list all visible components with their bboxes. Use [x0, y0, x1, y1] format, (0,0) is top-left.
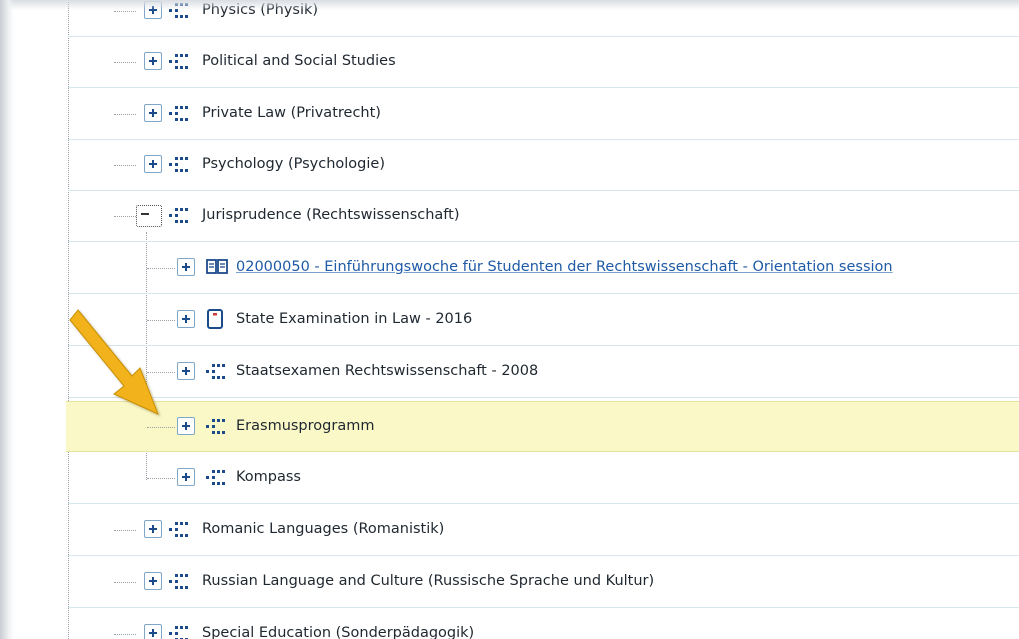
expand-button[interactable]: [144, 624, 162, 639]
yellow-arrow-icon: [69, 309, 159, 415]
tree-row[interactable]: Staatsexamen Rechtswissenschaft - 2008: [68, 347, 1019, 398]
expand-button[interactable]: [177, 310, 195, 328]
tree-row[interactable]: 02000050 - Einführungswoche für Studente…: [68, 243, 1019, 294]
module-group-icon: [169, 106, 188, 121]
tree-connector: [114, 114, 136, 115]
module-group-icon: [169, 522, 188, 537]
tree-row-label[interactable]: Special Education (Sonderpädagogik): [202, 623, 474, 639]
tree-view: Physics (Physik) Political and Social St…: [0, 0, 1019, 639]
expand-button[interactable]: [177, 258, 195, 276]
expand-button[interactable]: [144, 52, 162, 70]
tree-row-label[interactable]: Psychology (Psychologie): [202, 154, 385, 174]
shadow-edge: [0, 0, 1019, 10]
tree-connector: [114, 530, 136, 531]
tree-row[interactable]: Political and Social Studies: [68, 37, 1019, 88]
tree-connector: [114, 634, 136, 635]
tree-connector: [147, 478, 175, 479]
tree-row[interactable]: Kompass: [68, 453, 1019, 504]
tree-row[interactable]: Russian Language and Culture (Russische …: [68, 557, 1019, 608]
tree-row-label[interactable]: Private Law (Privatrecht): [202, 103, 381, 123]
expand-button[interactable]: [144, 520, 162, 538]
course-book-icon: [206, 259, 228, 274]
tree-row[interactable]: Psychology (Psychologie): [68, 140, 1019, 191]
tree-connector: [114, 62, 136, 63]
expand-button[interactable]: [144, 572, 162, 590]
tree-connector: [114, 582, 136, 583]
collapse-button[interactable]: [136, 205, 162, 227]
tree-row-label[interactable]: Kompass: [236, 467, 301, 487]
tree-row-label[interactable]: Erasmusprogramm: [236, 416, 374, 436]
expand-button[interactable]: [177, 468, 195, 486]
tree-row[interactable]: Jurisprudence (Rechtswissenschaft): [68, 191, 1019, 242]
exam-document-icon: [207, 309, 223, 329]
tree-row-label[interactable]: Romanic Languages (Romanistik): [202, 519, 444, 539]
tree-row-highlighted[interactable]: Erasmusprogramm: [66, 401, 1019, 452]
tree-row-label[interactable]: Jurisprudence (Rechtswissenschaft): [202, 205, 460, 225]
module-group-icon: [169, 574, 188, 589]
expand-button[interactable]: [144, 104, 162, 122]
tree-row-label[interactable]: Staatsexamen Rechtswissenschaft - 2008: [236, 361, 538, 381]
tree-row-label[interactable]: Political and Social Studies: [202, 51, 396, 71]
module-group-icon: [169, 626, 188, 639]
expand-button[interactable]: [177, 362, 195, 380]
tree-row[interactable]: State Examination in Law - 2016: [68, 295, 1019, 346]
tree-row[interactable]: Romanic Languages (Romanistik): [68, 505, 1019, 556]
shadow-edge: [0, 0, 14, 639]
tree-connector: [114, 11, 136, 12]
expand-button[interactable]: [177, 417, 195, 435]
tree-connector: [114, 165, 136, 166]
module-group-icon: [169, 157, 188, 172]
module-group-icon: [206, 364, 225, 379]
expand-button[interactable]: [144, 155, 162, 173]
tree-row[interactable]: Private Law (Privatrecht): [68, 89, 1019, 140]
module-group-icon: [206, 470, 225, 485]
course-link[interactable]: 02000050 - Einführungswoche für Studente…: [236, 257, 893, 277]
tree-row[interactable]: Special Education (Sonderpädagogik): [68, 609, 1019, 639]
tree-connector: [114, 216, 136, 217]
module-group-icon: [169, 208, 188, 223]
module-group-icon: [206, 419, 225, 434]
module-group-icon: [169, 54, 188, 69]
tree-connector: [147, 427, 175, 428]
tree-row-label[interactable]: Russian Language and Culture (Russische …: [202, 571, 654, 591]
tree-connector: [147, 268, 175, 269]
tree-row-label[interactable]: State Examination in Law - 2016: [236, 309, 472, 329]
